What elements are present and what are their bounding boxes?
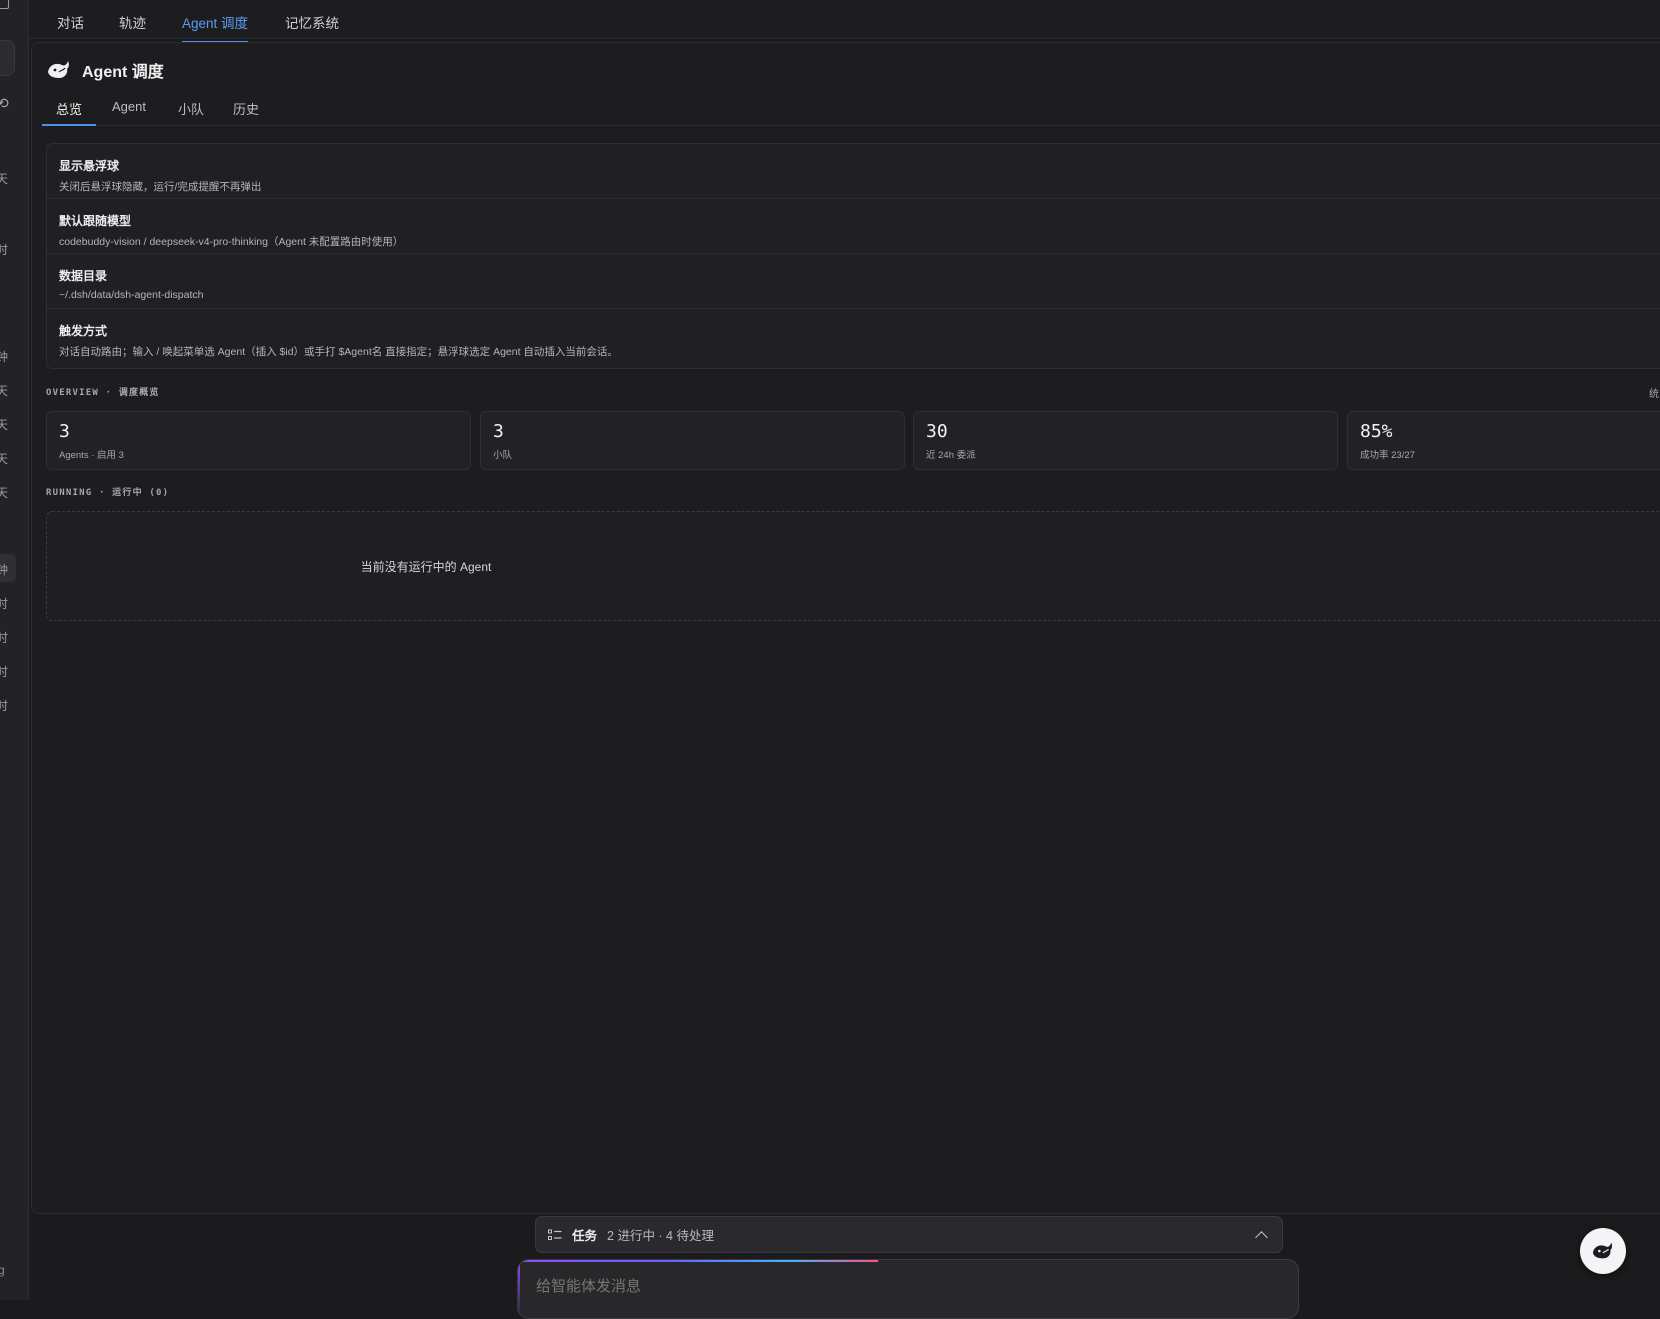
sidebar-item-suffix[interactable]: 天 — [0, 484, 8, 501]
sidebar-item-suffix[interactable]: 钟 — [0, 348, 8, 365]
empty-state-text: 当前没有运行中的 Agent — [360, 559, 492, 574]
sidebar-item-suffix[interactable]: 天 — [0, 450, 8, 467]
tab-agent[interactable]: Agent — [112, 99, 146, 126]
setting-desc: 对话自动路由；输入 / 唤起菜单选 Agent（插入 $id）或手打 $Agen… — [59, 346, 618, 358]
setting-trigger-mode[interactable]: 触发方式 对话自动路由；输入 / 唤起菜单选 Agent（插入 $id）或手打 … — [47, 309, 1660, 364]
sidebar-item-suffix[interactable]: 时 — [0, 629, 8, 646]
sidebar-item-suffix[interactable]: 时 — [0, 663, 8, 680]
setting-default-model[interactable]: 默认跟随模型 codebuddy-vision / deepseek-v4-pr… — [47, 199, 1660, 254]
input-glow-left — [518, 1260, 520, 1318]
top-nav: 对话 轨迹 Agent 调度 记忆系统 — [29, 0, 1660, 43]
setting-desc: codebuddy-vision / deepseek-v4-pro-think… — [59, 236, 404, 248]
tab-squad[interactable]: 小队 — [178, 99, 204, 126]
whale-logo-icon — [48, 61, 69, 78]
stat-value: 85% — [1360, 421, 1393, 442]
stat-value: 30 — [926, 421, 948, 442]
sub-tabs: 总览 Agent 小队 历史 — [42, 99, 1660, 126]
stat-label: 成功率 23/27 — [1360, 450, 1415, 461]
task-bar-status: 2 进行中 · 4 待处理 — [607, 1229, 714, 1243]
stat-value: 3 — [493, 421, 504, 442]
stat-card-delegations: 30 近 24h 委派 — [913, 411, 1338, 470]
whale-icon — [1592, 1242, 1613, 1259]
sidebar-item-suffix[interactable]: 时 — [0, 241, 8, 258]
settings-card: 显示悬浮球 关闭后悬浮球隐藏，运行/完成提醒不再弹出 默认跟随模型 codebu… — [46, 143, 1660, 369]
sidebar-footer-text: g — [0, 1263, 5, 1277]
sidebar-item-suffix[interactable]: 天 — [0, 170, 8, 187]
new-chat-icon[interactable]: ⟲ — [0, 96, 11, 110]
tab-chat[interactable]: 对话 — [57, 12, 84, 41]
tab-memory[interactable]: 记忆系统 — [285, 12, 339, 41]
sidebar-search-pill[interactable] — [0, 40, 15, 76]
setting-title: 数据目录 — [59, 269, 108, 283]
sidebar-item-suffix[interactable]: 钟 — [0, 561, 8, 578]
sidebar-toggle-icon[interactable] — [0, 0, 9, 9]
stat-card-agents: 3 Agents · 启用 3 — [46, 411, 471, 470]
tab-trace[interactable]: 轨迹 — [119, 12, 146, 41]
chevron-up-icon[interactable] — [1255, 1230, 1268, 1244]
stat-value: 3 — [59, 421, 70, 442]
overview-section-label: OVERVIEW · 调度概览 — [46, 388, 160, 398]
sidebar-item-suffix[interactable]: 天 — [0, 382, 8, 399]
input-glow — [518, 1260, 878, 1262]
setting-desc: 关闭后悬浮球隐藏，运行/完成提醒不再弹出 — [59, 181, 262, 193]
agent-dispatch-panel: Agent 调度 总览 Agent 小队 历史 显示悬浮球 关闭后悬浮球隐藏，运… — [31, 42, 1660, 1214]
running-section-label: RUNNING · 运行中 (0) — [46, 488, 170, 498]
stat-label: Agents · 启用 3 — [59, 450, 124, 461]
tab-history[interactable]: 历史 — [233, 99, 259, 126]
setting-desc: ~/.dsh/data/dsh-agent-dispatch — [59, 289, 204, 301]
sidebar-item-suffix[interactable]: 时 — [0, 697, 8, 714]
setting-title: 默认跟随模型 — [59, 214, 132, 228]
overview-right-label: 统 — [1649, 389, 1659, 400]
setting-data-dir[interactable]: 数据目录 ~/.dsh/data/dsh-agent-dispatch — [47, 254, 1660, 309]
chat-input[interactable] — [536, 1278, 1236, 1295]
sidebar-item-suffix[interactable]: 天 — [0, 416, 8, 433]
panel-header: Agent 调度 — [46, 56, 164, 84]
setting-title: 触发方式 — [59, 324, 108, 338]
setting-floating-ball[interactable]: 显示悬浮球 关闭后悬浮球隐藏，运行/完成提醒不再弹出 — [47, 144, 1660, 199]
stat-card-success-rate: 85% 成功率 23/27 — [1347, 411, 1660, 470]
task-bar-title: 任务 — [572, 1229, 598, 1243]
stat-label: 近 24h 委派 — [926, 450, 976, 461]
sidebar-rail: ⟲ 天 时 钟 天 天 天 天 钟 时 时 时 时 g — [0, 0, 29, 1300]
page-title: Agent 调度 — [82, 64, 164, 81]
tab-agent-dispatch[interactable]: Agent 调度 — [182, 12, 249, 43]
stat-card-squads: 3 小队 — [480, 411, 905, 470]
tab-overview[interactable]: 总览 — [42, 99, 96, 126]
task-list-icon — [548, 1229, 562, 1240]
stat-label: 小队 — [493, 450, 513, 461]
sidebar-item-suffix[interactable]: 时 — [0, 595, 8, 612]
running-empty-state: 当前没有运行中的 Agent — [46, 511, 1660, 621]
floating-ball-button[interactable] — [1580, 1228, 1626, 1274]
chat-input-container[interactable] — [517, 1259, 1299, 1319]
setting-title: 显示悬浮球 — [59, 159, 120, 173]
task-bar[interactable]: 任务 2 进行中 · 4 待处理 — [535, 1216, 1283, 1253]
